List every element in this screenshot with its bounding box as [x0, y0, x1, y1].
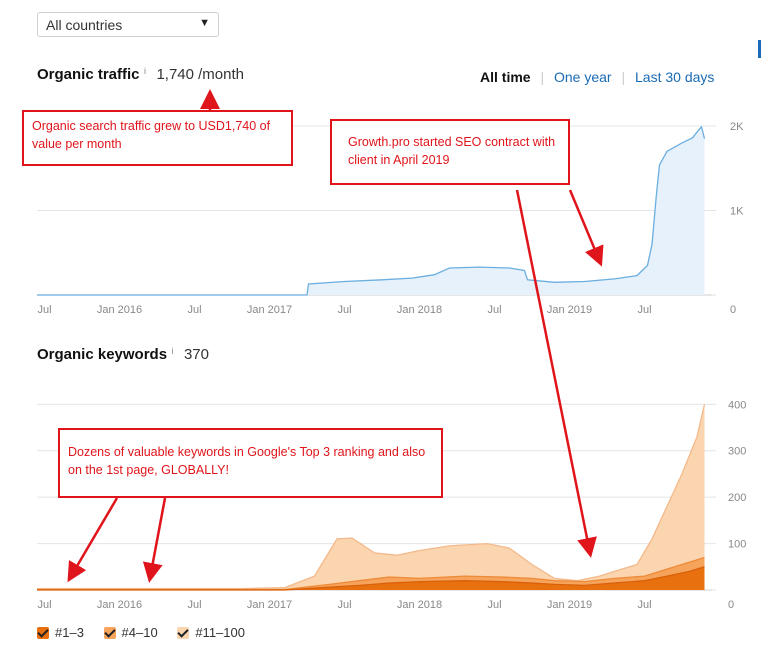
- traffic-title: Organic traffic: [37, 66, 140, 83]
- range-one-year[interactable]: One year: [554, 69, 612, 85]
- x-tick-label: Jan 2017: [247, 599, 292, 611]
- x-tick-label: Jul: [337, 599, 351, 611]
- checkbox-icon[interactable]: [177, 627, 190, 639]
- x-tick-label: Jul: [637, 304, 651, 316]
- y-tick-label: 0: [728, 599, 734, 611]
- range-divider: |: [621, 69, 626, 85]
- time-range: All time | One year | Last 30 days: [480, 69, 714, 85]
- chevron-down-icon: ▼: [199, 17, 210, 29]
- y-tick-label: 300: [728, 446, 746, 458]
- x-tick-label: Jul: [487, 599, 501, 611]
- x-tick-label: Jul: [337, 304, 351, 316]
- scroll-indicator: [758, 40, 761, 58]
- range-divider: |: [540, 69, 545, 85]
- legend-label: #11–100: [195, 625, 245, 640]
- legend: #1–3 #4–10 #11–100: [37, 624, 245, 642]
- legend-item-1-3[interactable]: #1–3: [37, 625, 88, 640]
- x-tick-label: Jul: [487, 304, 501, 316]
- x-tick-label: Jan 2016: [97, 599, 142, 611]
- callout-seo-contract: Growth.pro started SEO contract with cli…: [330, 119, 570, 185]
- traffic-value: 1,740 /month: [156, 66, 244, 83]
- y-tick-label: 400: [728, 399, 746, 411]
- keywords-title: Organic keywords: [37, 346, 168, 363]
- legend-item-11-100[interactable]: #11–100: [177, 625, 245, 640]
- x-tick-label: Jul: [37, 304, 51, 316]
- x-tick-label: Jan 2018: [397, 599, 442, 611]
- traffic-header: Organic traffic i 1,740 /month: [37, 66, 244, 84]
- country-select[interactable]: All countries ▼: [37, 12, 219, 37]
- info-icon[interactable]: i: [172, 346, 174, 356]
- range-last-30-days[interactable]: Last 30 days: [635, 69, 714, 85]
- keywords-header: Organic keywords i 370: [37, 346, 209, 364]
- x-tick-label: Jul: [37, 599, 51, 611]
- callout-keywords: Dozens of valuable keywords in Google's …: [58, 428, 443, 498]
- range-all-time[interactable]: All time: [480, 69, 531, 85]
- x-tick-label: Jan 2017: [247, 304, 292, 316]
- country-select-value: All countries: [46, 17, 123, 33]
- y-tick-label: 0: [730, 304, 736, 316]
- x-tick-label: Jan 2019: [547, 599, 592, 611]
- y-tick-label: 200: [728, 492, 746, 504]
- y-tick-label: 1K: [730, 206, 744, 218]
- x-tick-label: Jan 2016: [97, 304, 142, 316]
- x-tick-label: Jan 2019: [547, 304, 592, 316]
- x-tick-label: Jan 2018: [397, 304, 442, 316]
- x-tick-label: Jul: [187, 599, 201, 611]
- info-icon[interactable]: i: [144, 66, 146, 76]
- y-tick-label: 100: [728, 539, 746, 551]
- callout-traffic-value: Organic search traffic grew to USD1,740 …: [22, 110, 293, 166]
- checkbox-icon[interactable]: [37, 627, 49, 639]
- legend-item-4-10[interactable]: #4–10: [103, 625, 162, 640]
- keywords-value: 370: [183, 346, 209, 363]
- x-tick-label: Jul: [187, 304, 201, 316]
- y-tick-label: 2K: [730, 121, 744, 133]
- x-tick-label: Jul: [637, 599, 651, 611]
- legend-label: #1–3: [55, 625, 84, 640]
- checkbox-icon[interactable]: [103, 627, 116, 639]
- legend-label: #4–10: [121, 625, 158, 640]
